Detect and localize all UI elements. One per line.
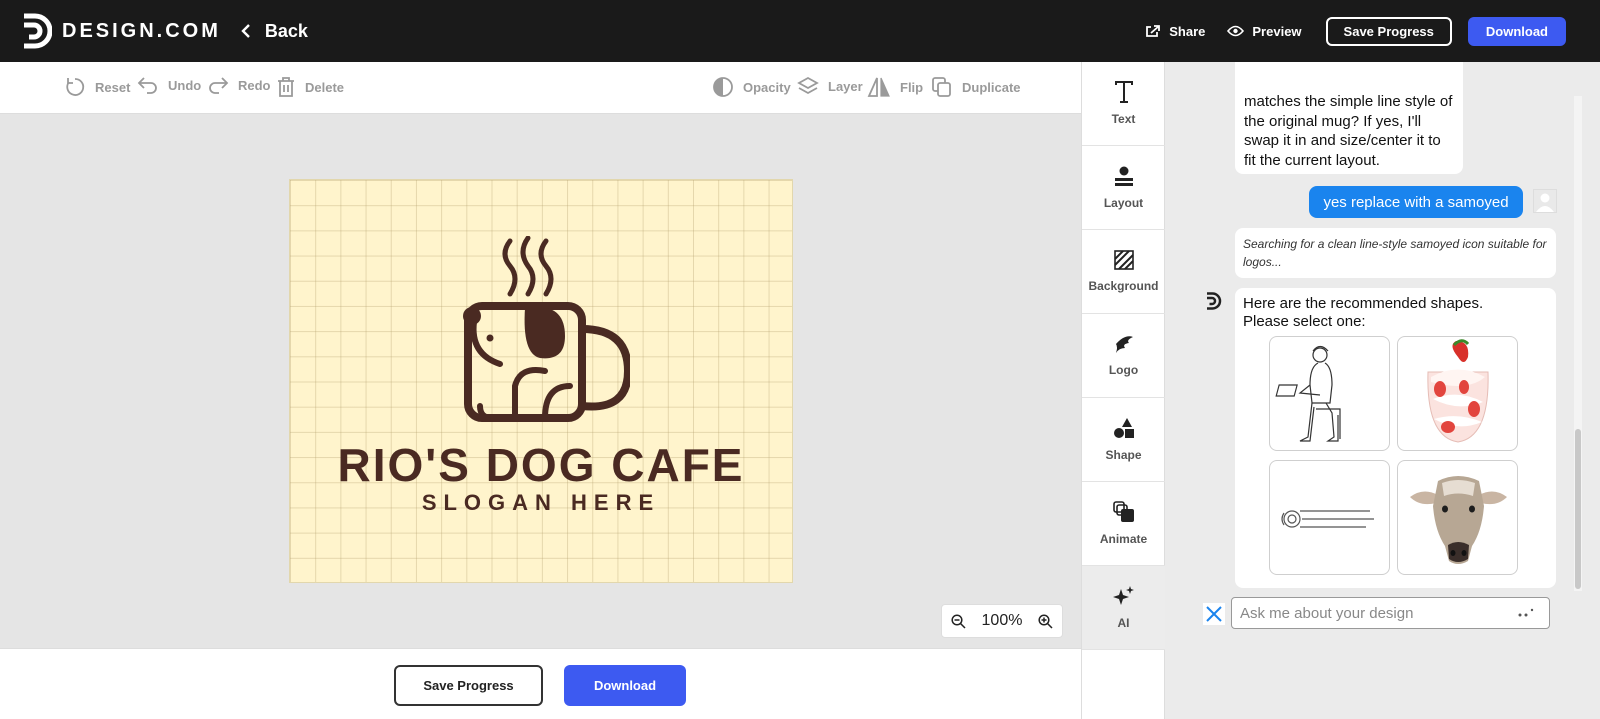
chat-input-container (1231, 597, 1550, 629)
zoom-control: 100% (941, 604, 1063, 638)
rail-item-background[interactable]: Background (1082, 230, 1165, 314)
rail-item-ai[interactable]: AI (1082, 566, 1165, 650)
shape-option-man-with-laptop[interactable] (1269, 336, 1390, 451)
redo-icon (209, 77, 229, 94)
undo-button[interactable]: Undo (137, 76, 201, 94)
share-button[interactable]: Share (1145, 24, 1205, 39)
redo-label: Redo (238, 77, 271, 93)
background-icon (1113, 250, 1134, 270)
editor-area: Reset Undo Redo Delete Opacity Layer Fli… (0, 62, 1081, 719)
chat-scrollbar[interactable] (1574, 96, 1582, 591)
shape-option-speeding-ball[interactable] (1269, 460, 1390, 575)
flip-button[interactable]: Flip (867, 76, 923, 98)
logo-icon (1115, 336, 1133, 353)
rail-item-logo[interactable]: Logo (1082, 314, 1165, 398)
layer-button[interactable]: Layer (797, 76, 863, 96)
cow-head-illustration (1410, 476, 1507, 564)
flip-label: Flip (900, 79, 924, 95)
rail-item-animate[interactable]: Animate (1082, 482, 1165, 566)
delete-button[interactable]: Delete (276, 76, 344, 98)
flip-icon (867, 77, 890, 97)
ai-chat-panel: matches the simple line style of the ori… (1165, 62, 1600, 719)
back-button[interactable]: Back (241, 21, 308, 42)
shape-icon (1113, 418, 1134, 438)
zoom-in-icon[interactable] (1038, 613, 1053, 629)
rail-label-logo: Logo (1108, 363, 1139, 377)
logo-slogan-text[interactable]: SLOGAN HERE (290, 490, 792, 516)
preview-label: Preview (1252, 23, 1302, 39)
layer-label: Layer (828, 78, 863, 94)
close-icon (1206, 606, 1222, 622)
rail-label-shape: Shape (1105, 448, 1142, 462)
rail-label-animate: Animate (1099, 532, 1148, 546)
rail-label-background: Background (1088, 279, 1159, 293)
logo-title-text[interactable]: RIO'S DOG CAFE (290, 438, 792, 492)
reset-button[interactable]: Reset (64, 76, 130, 98)
redo-button[interactable]: Redo (207, 76, 271, 94)
download-button[interactable]: Download (1467, 16, 1566, 46)
save-progress-button[interactable]: Save Progress (1325, 16, 1452, 46)
layout-icon (1114, 166, 1133, 186)
zoom-level: 100% (981, 612, 1023, 629)
user-avatar (1533, 189, 1557, 213)
user-avatar-icon (1536, 193, 1554, 212)
bottom-save-progress-button[interactable]: Save Progress (394, 665, 543, 706)
shape-option-cow-head[interactable] (1397, 460, 1518, 575)
chevron-left-icon (241, 24, 250, 38)
share-icon (1146, 25, 1161, 37)
rail-label-text: Text (1111, 112, 1136, 126)
opacity-button[interactable]: Opacity (712, 76, 791, 98)
reset-label: Reset (95, 79, 131, 95)
bottom-action-bar: Save Progress Download (0, 648, 1081, 719)
layers-icon (797, 76, 819, 95)
rail-item-text[interactable]: Text (1082, 62, 1165, 146)
rail-label-layout: Layout (1103, 196, 1144, 210)
text-icon (1114, 81, 1133, 103)
shape-option-strawberry-parfait[interactable] (1397, 336, 1518, 451)
animate-icon (1112, 501, 1134, 522)
chat-scrollbar-thumb[interactable] (1575, 429, 1581, 589)
brand-name: DESIGN.COM (62, 19, 221, 42)
rail-item-layout[interactable]: Layout (1082, 146, 1165, 230)
edit-toolbar: Reset Undo Redo Delete Opacity Layer Fli… (0, 62, 1081, 114)
opacity-label: Opacity (743, 79, 791, 95)
share-label: Share (1169, 23, 1206, 39)
design-canvas[interactable]: RIO'S DOG CAFE SLOGAN HERE (289, 179, 793, 583)
tool-rail: Text Layout Background Logo Shape Animat… (1081, 62, 1165, 719)
shapes-prompt-text: Here are the recommended shapes. Please … (1243, 295, 1484, 330)
duplicate-label: Duplicate (962, 79, 1021, 95)
rail-label-ai: AI (1117, 616, 1130, 630)
sparkle-dots-icon[interactable] (1516, 607, 1536, 619)
user-message: yes replace with a samoyed (1309, 186, 1523, 218)
chat-input[interactable] (1232, 599, 1502, 627)
dog-mug-logo-graphic[interactable] (460, 236, 630, 431)
duplicate-icon (932, 77, 951, 97)
assistant-message: matches the simple line style of the ori… (1235, 62, 1463, 174)
design-com-logo-icon (24, 13, 52, 49)
top-bar: DESIGN.COM Back Share Preview Save Progr… (0, 0, 1600, 62)
opacity-icon (713, 77, 733, 97)
strawberry-parfait-illustration (1427, 339, 1489, 443)
trash-icon (278, 77, 294, 97)
man-with-laptop-illustration (1275, 345, 1341, 442)
ai-sparkle-icon (1112, 586, 1134, 605)
assistant-status-message: Searching for a clean line-style samoyed… (1235, 228, 1556, 278)
bottom-download-button[interactable]: Download (564, 665, 686, 706)
undo-label: Undo (168, 77, 202, 93)
preview-button[interactable]: Preview (1227, 23, 1302, 39)
duplicate-button[interactable]: Duplicate (931, 76, 1021, 98)
reset-icon (66, 78, 85, 96)
delete-label: Delete (305, 79, 345, 95)
back-label: Back (264, 20, 308, 41)
brand-logo[interactable]: DESIGN.COM (20, 13, 221, 49)
assistant-avatar-icon (1207, 292, 1222, 310)
assistant-shapes-message: Here are the recommended shapes. Please … (1235, 288, 1556, 588)
zoom-out-icon[interactable] (951, 613, 966, 629)
rail-item-shape[interactable]: Shape (1082, 398, 1165, 482)
eye-icon (1227, 25, 1245, 37)
close-chat-button[interactable] (1203, 603, 1225, 625)
speeding-ball-line-illustration (1281, 510, 1374, 528)
undo-icon (137, 77, 157, 94)
